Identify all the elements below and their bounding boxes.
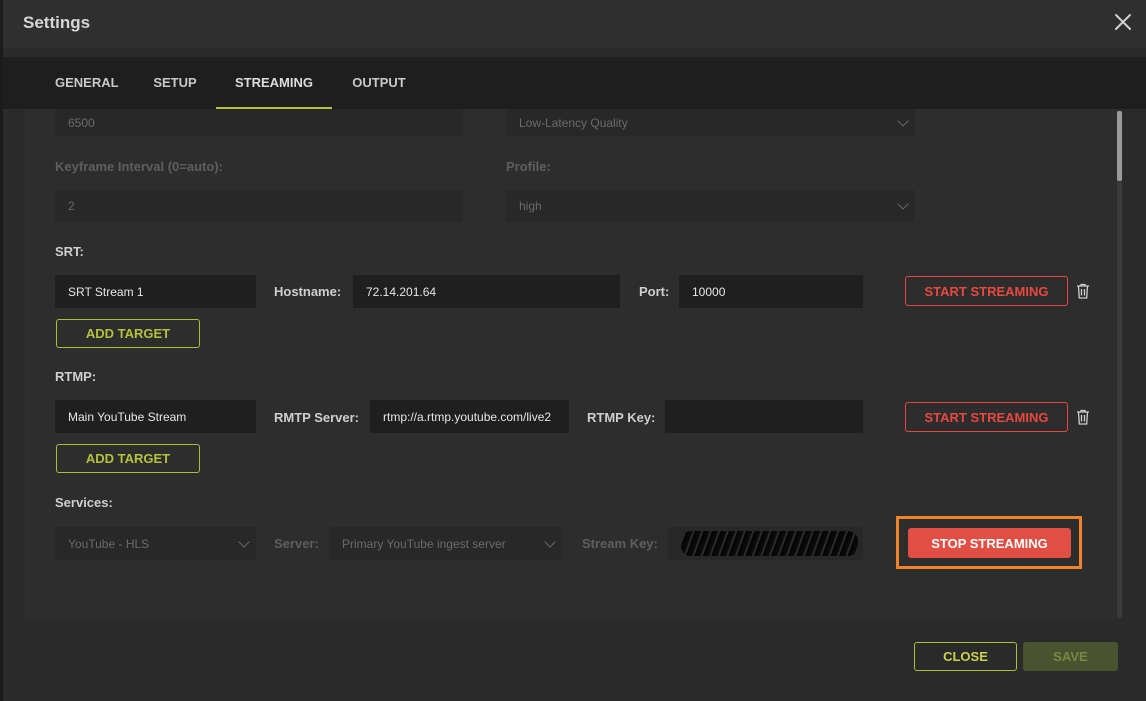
preset-select[interactable]: Low-Latency Quality — [506, 109, 915, 136]
tab-bar: GENERAL SETUP STREAMING OUTPUT — [3, 57, 1146, 109]
services-server-value: Primary YouTube ingest server — [342, 536, 506, 551]
keyframe-input[interactable]: 2 — [55, 190, 463, 222]
service-select-value: YouTube - HLS — [68, 536, 150, 551]
rtmp-key-label: RTMP Key: — [587, 410, 656, 425]
srt-port-input[interactable]: 10000 — [679, 275, 863, 308]
trash-icon[interactable] — [1076, 409, 1090, 425]
stream-key-label: Stream Key: — [582, 536, 658, 551]
tab-setup[interactable]: SETUP — [153, 57, 197, 109]
services-server-select[interactable]: Primary YouTube ingest server — [329, 527, 562, 560]
chevron-down-icon — [897, 198, 909, 210]
tab-streaming[interactable]: STREAMING — [216, 57, 332, 109]
dialog-header: Settings — [3, 0, 1146, 48]
scrollbar[interactable] — [1117, 111, 1122, 618]
rtmp-key-input[interactable] — [665, 400, 863, 433]
redacted-stream-key — [681, 531, 858, 556]
srt-hostname-label: Hostname: — [274, 284, 342, 299]
tab-output[interactable]: OUTPUT — [351, 57, 407, 109]
srt-port-label: Port: — [639, 284, 670, 299]
bitrate-input[interactable]: 6500 — [55, 109, 463, 136]
profile-label: Profile: — [506, 159, 551, 174]
chevron-down-icon — [544, 535, 556, 548]
srt-name-input[interactable]: SRT Stream 1 — [55, 275, 256, 308]
close-button[interactable]: CLOSE — [914, 642, 1017, 671]
settings-dialog: Settings GENERAL SETUP STREAMING OUTPUT … — [3, 0, 1146, 701]
save-button[interactable]: SAVE — [1023, 642, 1118, 671]
rtmp-section-label: RTMP: — [55, 369, 97, 384]
rtmp-start-streaming-button[interactable]: START STREAMING — [905, 402, 1068, 432]
scrollbar-thumb[interactable] — [1117, 111, 1122, 181]
rtmp-server-input[interactable]: rtmp://a.rtmp.youtube.com/live2 — [370, 400, 569, 433]
srt-start-streaming-button[interactable]: START STREAMING — [905, 276, 1068, 306]
stop-streaming-button[interactable]: STOP STREAMING — [908, 528, 1071, 558]
rtmp-server-label: RMTP Server: — [274, 410, 360, 425]
dialog-title: Settings — [23, 13, 91, 32]
close-icon[interactable] — [1112, 11, 1134, 33]
trash-icon[interactable] — [1076, 283, 1090, 299]
chevron-down-icon — [238, 535, 250, 548]
srt-add-target-button[interactable]: ADD TARGET — [56, 319, 200, 348]
srt-hostname-input[interactable]: 72.14.201.64 — [353, 275, 620, 308]
streaming-settings-panel: 6500 Low-Latency Quality Keyframe Interv… — [25, 109, 1123, 619]
chevron-down-icon — [897, 114, 909, 127]
rtmp-name-input[interactable]: Main YouTube Stream — [55, 400, 256, 433]
profile-select-value: high — [519, 199, 542, 213]
tab-general[interactable]: GENERAL — [55, 57, 119, 109]
rtmp-add-target-button[interactable]: ADD TARGET — [56, 444, 200, 473]
services-section-label: Services: — [55, 495, 113, 510]
srt-section-label: SRT: — [55, 244, 84, 259]
profile-select[interactable]: high — [506, 190, 915, 222]
service-select[interactable]: YouTube - HLS — [55, 527, 256, 560]
keyframe-label: Keyframe Interval (0=auto): — [55, 159, 223, 174]
preset-select-value: Low-Latency Quality — [519, 115, 628, 130]
services-server-label: Server: — [274, 536, 319, 551]
